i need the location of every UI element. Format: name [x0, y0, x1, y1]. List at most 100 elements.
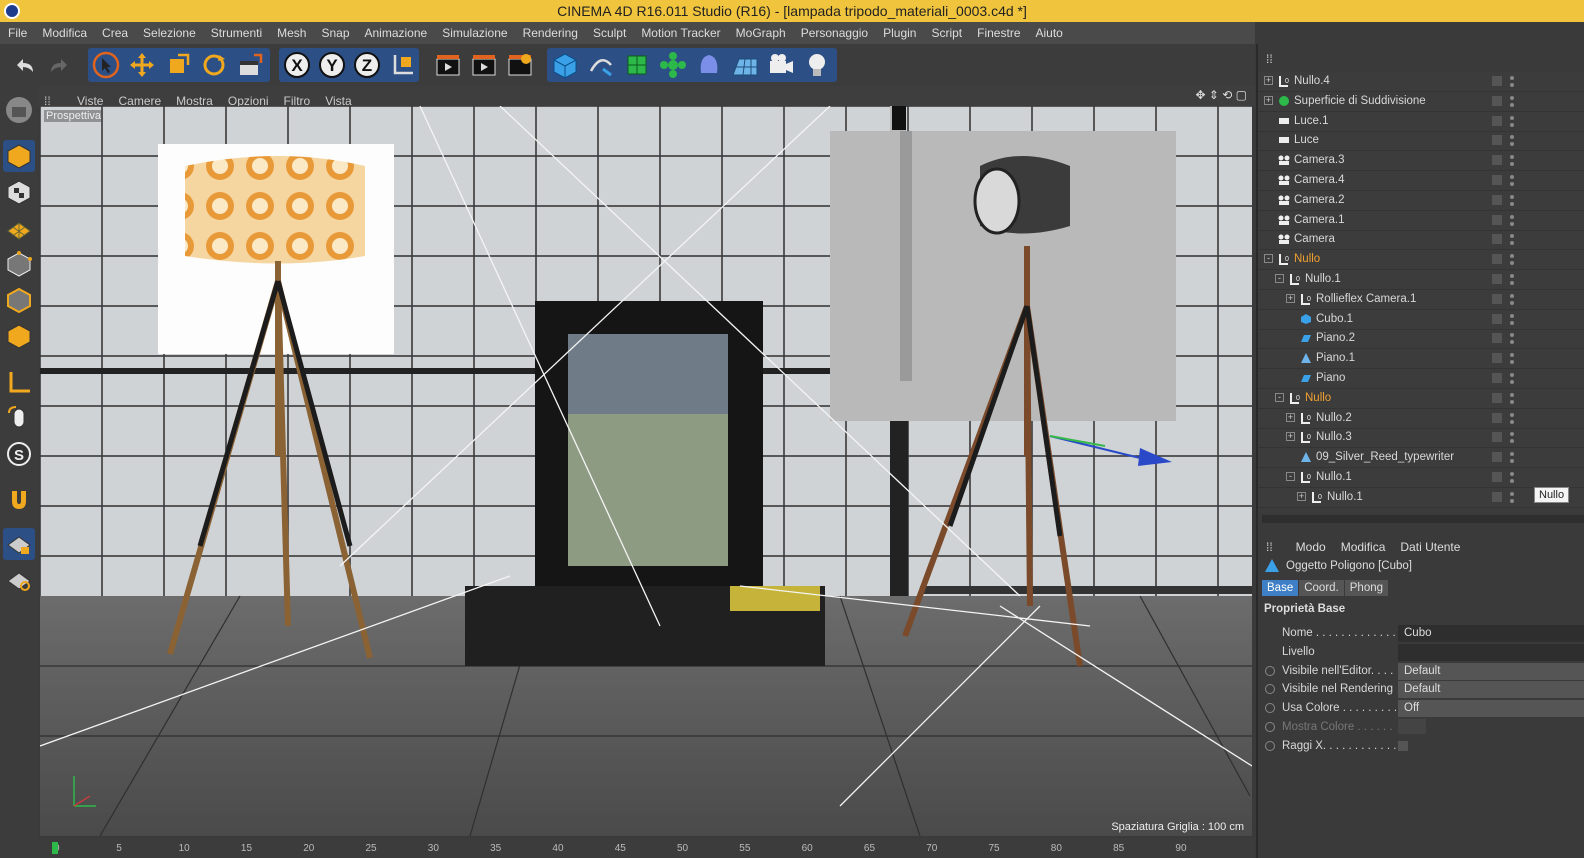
object-row[interactable]: Camera.3 — [1258, 151, 1584, 172]
object-row[interactable]: +0 Nullo.3 — [1258, 428, 1584, 449]
menu-animazione[interactable]: Animazione — [357, 22, 435, 40]
expand-icon[interactable]: + — [1286, 412, 1295, 422]
viewport-camera-label[interactable]: Prospettiva — [44, 110, 104, 122]
menu-file[interactable]: File — [0, 22, 34, 40]
object-visibility-flags[interactable] — [1490, 74, 1584, 90]
rotate-icon[interactable] — [198, 49, 230, 81]
object-name[interactable]: Nullo — [1294, 253, 1320, 265]
om-horizontal-scrollbar[interactable] — [1262, 515, 1584, 523]
menu-plugin[interactable]: Plugin — [875, 22, 923, 40]
object-name[interactable]: Rollieflex Camera.1 — [1316, 293, 1416, 305]
undo-icon[interactable] — [8, 49, 40, 81]
subdivision-icon[interactable] — [621, 49, 653, 81]
attribute-field[interactable]: Cubo — [1398, 625, 1584, 642]
object-name[interactable]: Nullo.1 — [1327, 491, 1363, 503]
object-row[interactable]: Luce — [1258, 131, 1584, 152]
menu-motion-tracker[interactable]: Motion Tracker — [633, 22, 727, 40]
raggi-x-checkbox[interactable] — [1398, 740, 1408, 751]
animate-radio[interactable] — [1265, 665, 1275, 676]
object-row[interactable]: Camera.2 — [1258, 191, 1584, 211]
am-menu-modifica[interactable]: Modifica — [1333, 536, 1393, 554]
object-name[interactable]: Luce.1 — [1294, 115, 1329, 127]
menu-selezione[interactable]: Selezione — [135, 22, 203, 40]
object-name[interactable]: Nullo.2 — [1316, 412, 1352, 424]
menu-mesh[interactable]: Mesh — [269, 22, 313, 40]
am-menu-dati-utente[interactable]: Dati Utente — [1392, 536, 1467, 554]
object-name[interactable]: Nullo.1 — [1316, 471, 1352, 483]
object-visibility-flags[interactable] — [1490, 331, 1584, 347]
tab-phong[interactable]: Phong — [1344, 580, 1389, 596]
magnet-icon[interactable] — [3, 484, 35, 516]
object-row[interactable]: Camera — [1258, 230, 1584, 251]
object-row[interactable]: - 0 Nullo — [1258, 389, 1584, 409]
snap-icon[interactable]: S — [3, 438, 35, 470]
object-row[interactable]: - 0 Nullo.1 — [1258, 270, 1584, 290]
light-icon[interactable] — [801, 49, 833, 81]
lock-workplane-icon[interactable] — [3, 528, 35, 560]
menu-sculpt[interactable]: Sculpt — [585, 22, 633, 40]
attribute-field[interactable]: Default — [1398, 662, 1584, 680]
expand-icon[interactable]: + — [1297, 491, 1306, 501]
menu-aiuto[interactable]: Aiuto — [1028, 22, 1070, 40]
object-row[interactable]: - 0 Nullo.1 — [1258, 468, 1584, 488]
object-name[interactable]: Nullo.3 — [1316, 431, 1352, 443]
object-visibility-flags[interactable] — [1490, 312, 1584, 328]
object-visibility-flags[interactable] — [1490, 351, 1584, 367]
x-axis-icon[interactable]: X — [281, 49, 313, 81]
object-manager-list[interactable]: +0 Nullo.4 + Superficie di Suddivisione Luce… — [1258, 72, 1584, 512]
object-visibility-flags[interactable] — [1490, 371, 1584, 387]
scale-icon[interactable] — [162, 49, 194, 81]
tab-base[interactable]: Base — [1262, 580, 1299, 596]
collapse-icon[interactable]: - — [1264, 254, 1273, 264]
object-visibility-flags[interactable] — [1490, 391, 1584, 407]
object-visibility-flags[interactable] — [1490, 450, 1584, 466]
object-row[interactable]: +0 Rollieflex Camera.1 — [1258, 290, 1584, 310]
object-visibility-flags[interactable] — [1490, 292, 1584, 308]
collapse-icon[interactable]: - — [1275, 274, 1284, 283]
viewport-nav-icons[interactable]: ✥ ⇕ ⟲ ▢ — [1195, 88, 1247, 102]
edges-mode-icon[interactable] — [3, 284, 35, 316]
texture-mode-icon[interactable] — [3, 176, 35, 208]
array-icon[interactable] — [657, 49, 689, 81]
object-name[interactable]: Nullo.1 — [1305, 273, 1341, 285]
expand-icon[interactable]: + — [1286, 432, 1295, 442]
menu-snap[interactable]: Snap — [313, 22, 356, 40]
workplane-icon[interactable] — [3, 212, 35, 244]
z-axis-icon[interactable]: Z — [351, 49, 383, 81]
deformer-icon[interactable] — [693, 49, 725, 81]
object-visibility-flags[interactable] — [1490, 470, 1584, 486]
object-row[interactable]: Piano.1 — [1258, 349, 1584, 370]
object-name[interactable]: Nullo.4 — [1294, 75, 1330, 87]
object-visibility-flags[interactable] — [1490, 133, 1584, 149]
menu-rendering[interactable]: Rendering — [515, 22, 585, 40]
object-visibility-flags[interactable] — [1490, 114, 1584, 130]
attribute-field[interactable]: Default — [1398, 681, 1584, 699]
object-name[interactable]: Camera.2 — [1294, 194, 1345, 206]
object-row[interactable]: Camera.4 — [1258, 171, 1584, 191]
object-row[interactable]: Camera.1 — [1258, 211, 1584, 231]
menu-crea[interactable]: Crea — [94, 22, 135, 40]
expand-icon[interactable]: + — [1264, 76, 1273, 85]
object-row[interactable]: Piano.2 — [1258, 329, 1584, 350]
collapse-icon[interactable]: - — [1275, 392, 1284, 402]
menu-personaggio[interactable]: Personaggio — [793, 22, 875, 40]
render-picture-viewer-icon[interactable] — [468, 49, 500, 81]
redo-icon[interactable] — [44, 49, 76, 81]
tweak-mode-icon[interactable] — [3, 402, 35, 434]
move-icon[interactable] — [126, 49, 158, 81]
object-name[interactable]: Luce — [1294, 134, 1319, 146]
object-name[interactable]: Piano.2 — [1316, 332, 1355, 344]
object-name[interactable]: Piano.1 — [1316, 352, 1355, 364]
points-mode-icon[interactable] — [3, 248, 35, 280]
menu-simulazione[interactable]: Simulazione — [434, 22, 514, 40]
timeline-ruler[interactable]: 051015202530354045505560657075808590 — [38, 838, 1255, 858]
object-name[interactable]: Superficie di Suddivisione — [1294, 95, 1426, 107]
object-name[interactable]: 09_Silver_Reed_typewriter — [1316, 451, 1454, 463]
menu-finestre[interactable]: Finestre — [969, 22, 1027, 40]
object-name[interactable]: Camera.3 — [1294, 154, 1345, 166]
camera-icon[interactable] — [765, 49, 797, 81]
animate-radio[interactable] — [1265, 684, 1275, 695]
animate-radio[interactable] — [1265, 703, 1275, 714]
tab-coord[interactable]: Coord. — [1299, 580, 1344, 596]
expand-icon[interactable]: + — [1286, 293, 1295, 303]
